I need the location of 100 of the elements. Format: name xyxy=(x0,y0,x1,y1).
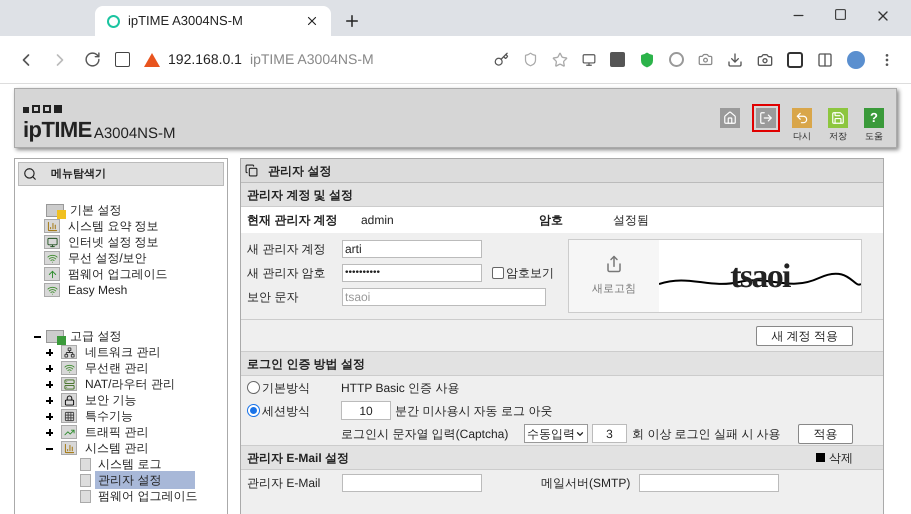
help-icon: ? xyxy=(864,108,884,128)
search-icon xyxy=(23,167,37,181)
folder-icon xyxy=(46,204,64,216)
camera-icon[interactable] xyxy=(757,52,773,68)
tree-item[interactable]: 무선 설정/보안 xyxy=(66,249,149,267)
expand-icon[interactable] xyxy=(46,412,53,420)
apply-button[interactable]: 적용 xyxy=(798,424,853,444)
chart-icon xyxy=(44,219,60,233)
home-icon xyxy=(720,108,740,128)
tree-item[interactable]: 관리자 설정 xyxy=(95,471,195,489)
grid-icon xyxy=(61,409,77,423)
tree-item[interactable]: 인터넷 설정 정보 xyxy=(66,233,161,251)
key-icon[interactable] xyxy=(494,52,509,67)
logout-icon xyxy=(756,108,776,128)
tree-item[interactable]: 특수기능 xyxy=(83,407,135,425)
tree-item[interactable]: 시스템 관리 xyxy=(83,439,150,457)
reload-icon[interactable] xyxy=(84,51,101,68)
expand-icon[interactable] xyxy=(46,428,53,436)
lock-icon xyxy=(61,393,77,407)
maximize-icon[interactable] xyxy=(834,8,847,21)
expand-icon[interactable] xyxy=(46,396,53,404)
button-label: 저장 xyxy=(829,132,847,141)
field-label: 관리자 E-Mail xyxy=(247,475,322,492)
download-icon[interactable] xyxy=(727,52,743,68)
traffic-icon xyxy=(61,425,77,439)
camera-icon[interactable] xyxy=(698,52,713,67)
reader-icon[interactable] xyxy=(787,52,803,68)
help-button[interactable]: ? xyxy=(860,104,888,132)
password-field[interactable]: •••••••••• xyxy=(342,264,482,282)
tree-item[interactable]: 펌웨어 업그레이드 xyxy=(66,265,170,283)
url-title: ipTIME A3004NS-M xyxy=(250,50,374,69)
radio-button[interactable] xyxy=(247,381,260,394)
smtp-field[interactable] xyxy=(639,474,779,492)
tree-item[interactable]: Easy Mesh xyxy=(66,281,130,299)
expand-icon[interactable] xyxy=(46,380,53,388)
refresh-button[interactable]: 새로고침 xyxy=(569,240,659,312)
tree-item[interactable]: 트래픽 관리 xyxy=(83,423,150,441)
email-field[interactable] xyxy=(342,474,482,492)
logo-icon xyxy=(23,105,62,113)
apply-account-button[interactable]: 새 계정 적용 xyxy=(756,326,853,346)
browser-tab[interactable]: ipTIME A3004NS-M xyxy=(95,6,331,36)
tree-item[interactable]: 기본 설정 xyxy=(70,201,122,219)
checkbox[interactable] xyxy=(492,266,504,278)
tree-item[interactable]: 보안 기능 xyxy=(83,391,138,409)
upload-icon xyxy=(44,267,60,281)
button-label: 다시 xyxy=(793,132,811,141)
account-field[interactable]: arti xyxy=(342,240,482,258)
refresh-icon xyxy=(605,254,623,273)
save-icon xyxy=(828,108,848,128)
option-description: 회 이상 로그인 실패 시 사용 xyxy=(632,426,782,442)
section-title: 관리자 E-Mail 설정 xyxy=(247,450,350,466)
tab-title: ipTIME A3004NS-M xyxy=(128,12,244,30)
shield-icon[interactable] xyxy=(639,52,655,68)
captcha-mode-select[interactable]: 수동입력 xyxy=(524,424,588,443)
button-label: 도움 xyxy=(865,132,883,141)
tree-item[interactable]: 고급 설정 xyxy=(70,327,122,345)
sidebar-icon[interactable] xyxy=(817,52,833,68)
router-icon xyxy=(61,377,77,391)
network-icon xyxy=(61,345,77,359)
minus-icon xyxy=(816,453,825,462)
tree-item[interactable]: 펌웨어 업그레이드 xyxy=(95,487,195,505)
copy-icon xyxy=(245,164,258,177)
option-description: 분간 미사용시 자동 로그 아웃 xyxy=(395,402,552,420)
close-icon[interactable] xyxy=(305,14,319,28)
expand-icon[interactable] xyxy=(46,348,53,356)
model-name: A3004NS-M xyxy=(94,126,176,141)
star-icon[interactable] xyxy=(552,52,568,68)
tree-item[interactable]: NAT/라우터 관리 xyxy=(83,375,177,393)
logout-button[interactable] xyxy=(752,104,780,132)
wifi-icon xyxy=(44,283,60,297)
new-tab-icon[interactable] xyxy=(343,12,361,30)
tree-item[interactable]: 무선랜 관리 xyxy=(83,359,150,377)
field-value: admin xyxy=(361,212,395,229)
field-label: 새 관리자 암호 xyxy=(247,264,327,282)
section-title: 로그인 인증 방법 설정 xyxy=(247,356,366,372)
page-icon xyxy=(80,458,91,470)
field-label: 암호 xyxy=(539,212,564,229)
warning-icon[interactable] xyxy=(144,52,160,66)
radio-label: 세션방식 xyxy=(262,402,310,420)
chart-icon xyxy=(61,441,77,455)
tree-item[interactable]: 시스템 로그 xyxy=(95,455,195,473)
avatar-icon[interactable] xyxy=(847,50,865,68)
brand-logo: ipTIME xyxy=(23,119,92,141)
fail-count-field[interactable]: 3 xyxy=(592,424,627,443)
panel-title: 관리자 설정 xyxy=(268,162,332,180)
url-host[interactable]: 192.168.0.1 xyxy=(168,49,242,70)
expand-icon[interactable] xyxy=(46,364,53,372)
undo-icon xyxy=(792,108,812,128)
field-value: 설정됨 xyxy=(613,212,649,229)
radio-button[interactable] xyxy=(247,404,260,417)
wifi-icon xyxy=(61,361,77,375)
wifi-icon xyxy=(44,251,60,265)
tree-item[interactable]: 네트워크 관리 xyxy=(83,343,162,361)
folder-icon xyxy=(46,330,64,342)
delete-button[interactable]: 삭제 xyxy=(816,448,853,466)
field-label: 새 관리자 계정 xyxy=(247,240,327,258)
field-label: 로그인시 문자열 입력(Captcha) xyxy=(341,426,510,442)
screen-icon[interactable] xyxy=(582,52,596,66)
timeout-field[interactable]: 10 xyxy=(341,401,391,420)
tree-item[interactable]: 시스템 요약 정보 xyxy=(66,217,161,235)
